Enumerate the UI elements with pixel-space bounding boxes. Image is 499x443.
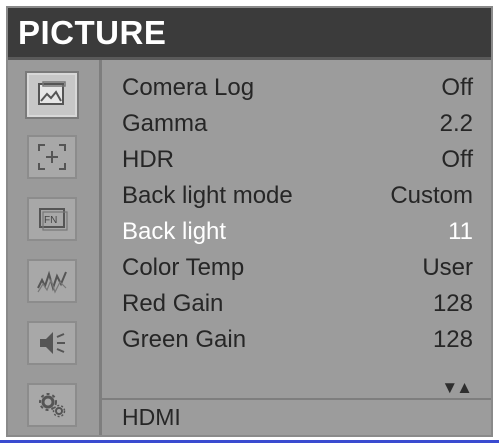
input-source-bar: HDMI bbox=[102, 398, 491, 435]
speaker-icon bbox=[40, 332, 65, 354]
menu-item-label: Color Temp bbox=[122, 254, 245, 281]
menu-title: PICTURE bbox=[18, 14, 167, 51]
settings-list: Comera Log Off Gamma 2.2 HDR Off Back li… bbox=[102, 60, 491, 402]
menu-item-label: Red Gain bbox=[122, 290, 224, 317]
menu-item-value: Custom bbox=[390, 182, 473, 209]
menu-item-red-gain[interactable]: Red Gain 128 bbox=[122, 286, 473, 322]
menu-item-label: Green Gain bbox=[122, 326, 247, 353]
sidebar-item-audio[interactable] bbox=[27, 321, 77, 365]
menu-item-label: Back light bbox=[122, 218, 227, 245]
title-bar: PICTURE bbox=[8, 8, 491, 60]
gear-icon bbox=[39, 393, 66, 418]
menu-item-value: Off bbox=[441, 74, 473, 101]
fn-icon: FN bbox=[39, 208, 68, 231]
menu-item-label: HDR bbox=[122, 146, 174, 173]
scroll-arrows-icon[interactable]: ▼▲ bbox=[441, 378, 473, 398]
menu-item-camera-log[interactable]: Comera Log Off bbox=[122, 70, 473, 106]
menu-item-hdr[interactable]: HDR Off bbox=[122, 142, 473, 178]
sidebar-item-picture[interactable] bbox=[27, 73, 77, 117]
menu-item-label: Back light mode bbox=[122, 182, 293, 209]
menu-item-green-gain[interactable]: Green Gain 128 bbox=[122, 322, 473, 358]
menu-item-label: Comera Log bbox=[122, 74, 255, 101]
menu-item-backlight[interactable]: Back light 11 bbox=[122, 214, 473, 250]
menu-item-gamma[interactable]: Gamma 2.2 bbox=[122, 106, 473, 142]
picture-icon bbox=[38, 81, 66, 105]
sidebar-item-function[interactable]: FN bbox=[27, 197, 77, 241]
sidebar-item-settings[interactable] bbox=[27, 383, 77, 427]
menu-item-value: User bbox=[422, 254, 473, 281]
menu-item-backlight-mode[interactable]: Back light mode Custom bbox=[122, 178, 473, 214]
sidebar-item-waveform[interactable] bbox=[27, 259, 77, 303]
menu-item-value: 128 bbox=[432, 326, 473, 353]
sidebar-item-marker[interactable] bbox=[27, 135, 77, 179]
svg-text:FN: FN bbox=[44, 215, 57, 226]
menu-item-label: Gamma bbox=[122, 110, 208, 137]
menu-item-value: 2.2 bbox=[439, 110, 473, 137]
input-source-label: HDMI bbox=[122, 404, 181, 430]
category-sidebar: FN bbox=[8, 60, 102, 435]
waveform-icon bbox=[37, 270, 67, 294]
menu-item-value: Off bbox=[441, 146, 473, 173]
osd-menu-panel: PICTURE FN Comera Log Off Gamma 2.2 HDR … bbox=[6, 6, 493, 437]
marker-icon bbox=[38, 144, 66, 170]
menu-item-value: 11 bbox=[448, 218, 473, 245]
menu-item-value: 128 bbox=[432, 290, 473, 317]
menu-item-color-temp[interactable]: Color Temp User bbox=[122, 250, 473, 286]
